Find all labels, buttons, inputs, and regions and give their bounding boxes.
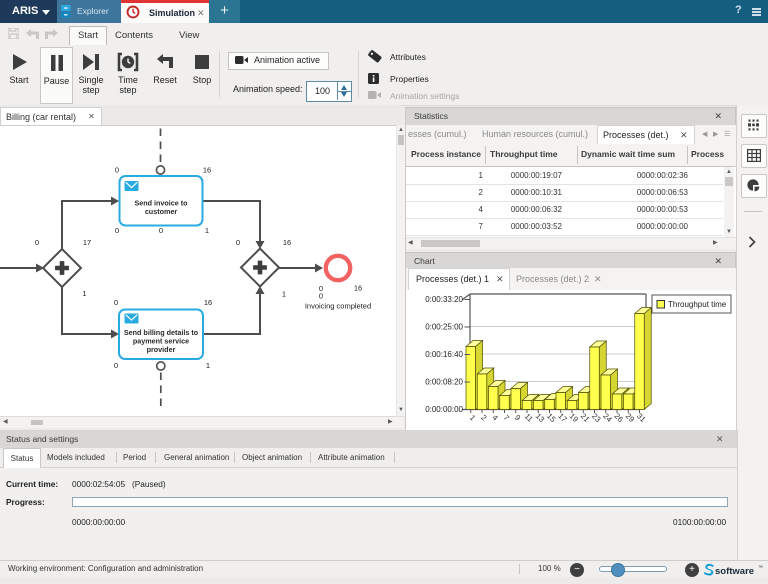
svg-text:0: 0 [114,361,118,370]
svg-text:9: 9 [513,413,522,422]
svg-text:7: 7 [502,413,511,422]
svg-text:15: 15 [545,411,558,424]
svg-text:16: 16 [203,166,211,175]
svg-text:0: 0 [35,238,39,247]
svg-text:0:00:08:20: 0:00:08:20 [425,378,463,387]
svg-text:23: 23 [590,411,603,424]
svg-text:1: 1 [468,413,477,422]
svg-text:0: 0 [319,292,323,301]
svg-text:customer: customer [145,207,178,216]
svg-text:0: 0 [236,238,240,247]
svg-text:software: software [715,566,754,577]
svg-text:Invoicing completed: Invoicing completed [305,302,371,311]
svg-text:1: 1 [205,226,209,235]
svg-text:0:00:33:20: 0:00:33:20 [425,295,463,304]
svg-text:0: 0 [159,226,163,235]
svg-text:™: ™ [758,565,763,571]
svg-text:1: 1 [82,289,86,298]
svg-text:4: 4 [490,413,500,423]
svg-text:24: 24 [601,411,614,424]
svg-text:0: 0 [115,226,119,235]
svg-text:0:00:00:00: 0:00:00:00 [425,405,463,414]
svg-text:Throughput time: Throughput time [668,300,727,309]
svg-text:19: 19 [568,411,581,424]
svg-text:31: 31 [635,411,648,424]
svg-text:0:00:16:40: 0:00:16:40 [425,350,463,359]
svg-text:13: 13 [534,411,547,424]
svg-text:provider: provider [147,345,176,354]
svg-text:16: 16 [354,284,362,293]
svg-text:2: 2 [479,413,488,422]
svg-text:0:00:25:00: 0:00:25:00 [425,323,463,332]
svg-text:17: 17 [556,411,569,424]
svg-text:29: 29 [624,411,637,424]
svg-text:0: 0 [114,298,118,307]
svg-text:16: 16 [283,238,291,247]
svg-text:1: 1 [282,290,286,299]
svg-text:26: 26 [613,411,626,424]
svg-text:1: 1 [206,361,210,370]
svg-text:16: 16 [204,298,212,307]
svg-text:0: 0 [115,166,119,175]
svg-text:11: 11 [523,412,535,424]
svg-text:17: 17 [83,238,91,247]
svg-text:21: 21 [579,411,592,424]
